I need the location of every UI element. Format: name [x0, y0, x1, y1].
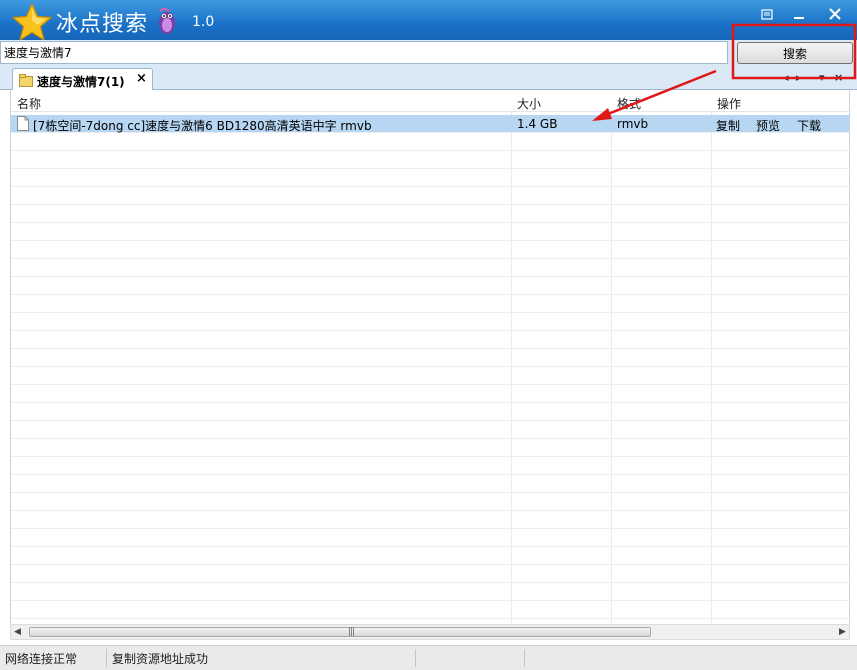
- status-bar: 网络连接正常 复制资源地址成功: [0, 645, 857, 670]
- empty-row: [11, 547, 849, 565]
- minimize-button[interactable]: [784, 3, 814, 25]
- copy-link[interactable]: 复制: [716, 117, 740, 134]
- file-size: 1.4 GB: [517, 117, 558, 131]
- empty-row: [11, 151, 849, 169]
- empty-row: [11, 295, 849, 313]
- scroll-left-arrow-icon[interactable]: ◀: [14, 627, 21, 637]
- preview-link[interactable]: 预览: [756, 117, 780, 134]
- empty-row: [11, 439, 849, 457]
- tab-strip: 速度与激情7(1) × ◂ ▸ ▾ ×: [0, 66, 857, 91]
- search-bar: [0, 40, 857, 66]
- tab-scroll-right-icon[interactable]: ▸: [796, 71, 802, 84]
- empty-row: [11, 187, 849, 205]
- file-icon: [17, 116, 29, 131]
- tab-scroll-left-icon[interactable]: ◂: [783, 71, 789, 84]
- status-divider: [524, 649, 525, 667]
- empty-row: [11, 403, 849, 421]
- empty-row: [11, 493, 849, 511]
- empty-row: [11, 277, 849, 295]
- close-window-button[interactable]: [820, 3, 850, 25]
- tab-results[interactable]: 速度与激情7(1) ×: [12, 68, 153, 91]
- column-header-actions[interactable]: 操作: [717, 95, 741, 112]
- close-icon: [829, 8, 841, 20]
- empty-row: [11, 583, 849, 601]
- results-table: 名称 大小 格式 操作 [7栋空间-7dong cc]速度与激情6 BD1280…: [10, 90, 850, 638]
- app-title: 冰点搜索: [56, 12, 149, 37]
- restore-button[interactable]: [752, 3, 782, 25]
- search-button[interactable]: 搜索: [737, 42, 853, 64]
- tab-list-icon[interactable]: ▾: [819, 71, 825, 84]
- tab-label: 速度与激情7(1): [37, 75, 125, 89]
- star-logo-icon: [11, 2, 53, 42]
- empty-row: [11, 421, 849, 439]
- scrollbar-thumb[interactable]: |||: [29, 627, 651, 637]
- search-input[interactable]: [0, 41, 728, 64]
- empty-row: [11, 313, 849, 331]
- empty-row: [11, 205, 849, 223]
- column-header-name[interactable]: 名称: [17, 95, 41, 112]
- empty-row: [11, 349, 849, 367]
- empty-row: [11, 529, 849, 547]
- file-format: rmvb: [617, 117, 649, 131]
- minimize-icon: [794, 16, 804, 19]
- restore-icon: [761, 8, 773, 20]
- title-bar: 冰点搜索 1.0: [0, 0, 857, 42]
- folder-icon: [19, 74, 33, 87]
- empty-row: [11, 367, 849, 385]
- empty-row: [11, 457, 849, 475]
- table-header: 名称 大小 格式 操作: [11, 90, 849, 112]
- tab-close-all-icon[interactable]: ×: [834, 71, 843, 84]
- empty-row: [11, 223, 849, 241]
- empty-row: [11, 259, 849, 277]
- download-link[interactable]: 下载: [797, 117, 821, 134]
- empty-row: [11, 601, 849, 619]
- empty-row: [11, 331, 849, 349]
- status-divider: [106, 649, 107, 667]
- scroll-right-arrow-icon[interactable]: ▶: [839, 627, 846, 637]
- empty-row: [11, 385, 849, 403]
- status-message: 复制资源地址成功: [112, 652, 209, 666]
- penguin-mascot-icon: [159, 8, 175, 34]
- horizontal-scrollbar[interactable]: ◀ ||| ▶: [10, 624, 850, 640]
- table-row[interactable]: [7栋空间-7dong cc]速度与激情6 BD1280高清英语中字 rmvb …: [11, 115, 849, 134]
- file-name: [7栋空间-7dong cc]速度与激情6 BD1280高清英语中字 rmvb: [33, 119, 372, 133]
- empty-row: [11, 241, 849, 259]
- column-header-format[interactable]: 格式: [617, 95, 641, 112]
- empty-row: [11, 511, 849, 529]
- column-header-size[interactable]: 大小: [517, 95, 541, 112]
- empty-row: [11, 169, 849, 187]
- tab-close-button[interactable]: ×: [136, 71, 147, 86]
- app-version: 1.0: [192, 14, 215, 30]
- network-status: 网络连接正常: [5, 652, 78, 666]
- empty-row: [11, 133, 849, 151]
- empty-row: [11, 475, 849, 493]
- empty-row: [11, 565, 849, 583]
- status-divider: [415, 649, 416, 667]
- grip-icon: |||: [348, 627, 355, 637]
